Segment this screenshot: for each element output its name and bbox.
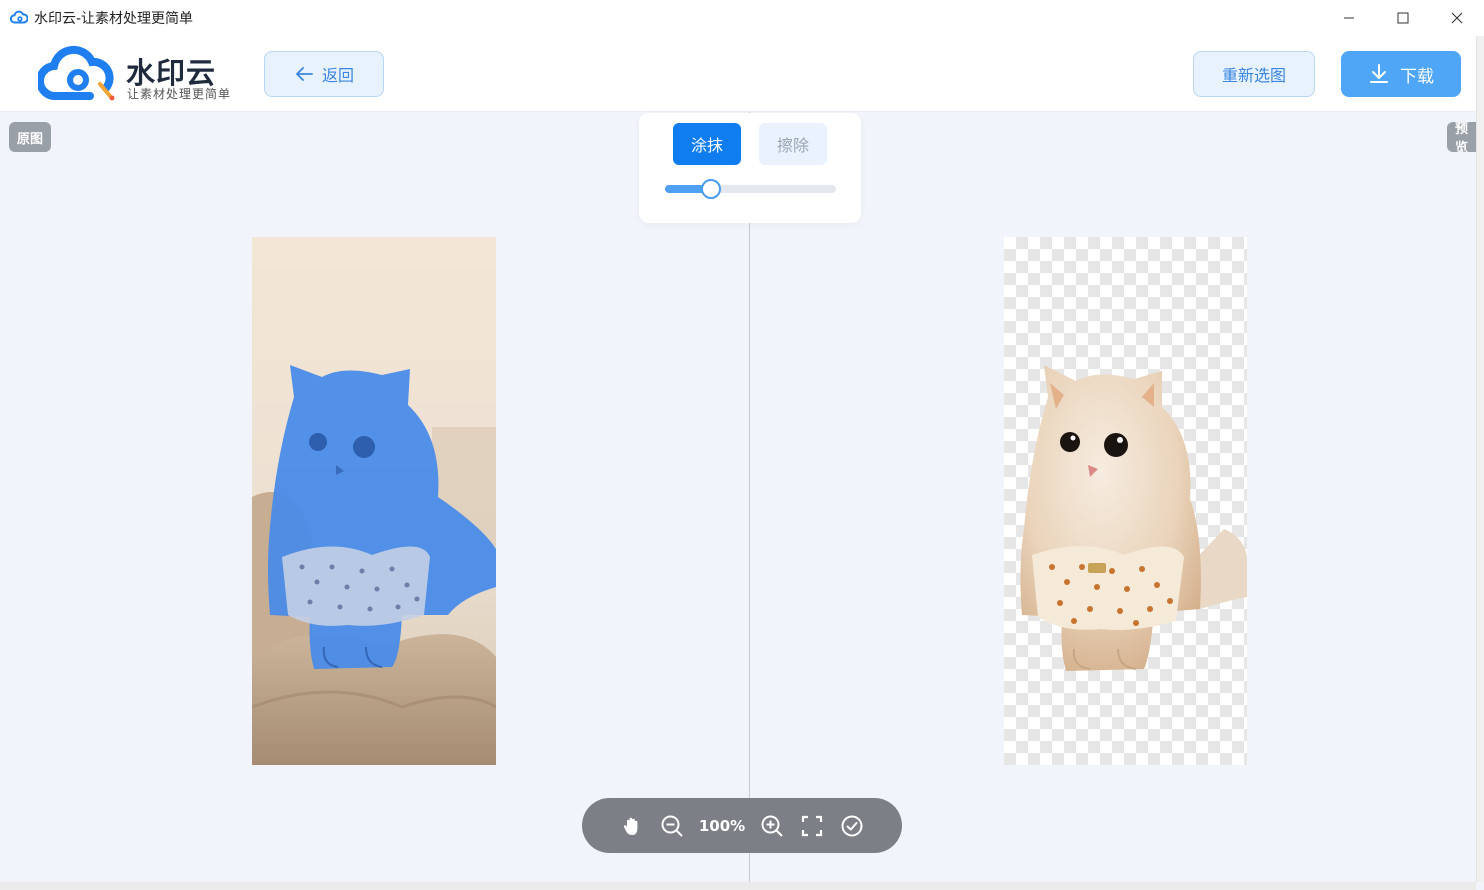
- zoom-out-icon[interactable]: [652, 806, 692, 846]
- original-image-art: [252, 237, 496, 765]
- app-logo-icon: [10, 10, 28, 24]
- download-button[interactable]: 下载: [1341, 51, 1461, 97]
- paint-mode-button[interactable]: 涂抹: [673, 123, 741, 165]
- zoom-level: 100%: [698, 816, 746, 835]
- erase-mode-button[interactable]: 擦除: [759, 123, 827, 165]
- bow-pattern: [282, 546, 430, 626]
- close-icon[interactable]: [1430, 0, 1484, 36]
- preview-image-art: [1020, 365, 1247, 671]
- vertical-scrollbar[interactable]: [1476, 36, 1484, 882]
- arrow-left-icon: [296, 67, 313, 81]
- back-button[interactable]: 返回: [264, 51, 384, 97]
- window-title: 水印云-让素材处理更简单: [34, 11, 194, 27]
- brush-size-thumb[interactable]: [701, 179, 721, 199]
- cloud-logo-icon: [38, 45, 115, 101]
- compare-divider: [749, 112, 750, 882]
- original-tag: 原图: [9, 122, 52, 152]
- brush-panel: 涂抹 擦除: [639, 113, 861, 223]
- brand-slogan: 让素材处理更简单: [127, 87, 232, 101]
- zoom-in-icon[interactable]: [752, 806, 792, 846]
- download-button-label: 下载: [1400, 66, 1434, 87]
- window-controls: [1322, 0, 1484, 36]
- title-bar: 水印云-让素材处理更简单: [0, 0, 1484, 36]
- original-image[interactable]: [252, 237, 496, 765]
- reselect-image-button[interactable]: 重新选图: [1193, 51, 1315, 97]
- horizontal-scrollbar[interactable]: [0, 882, 1476, 890]
- brush-size-slider[interactable]: [665, 179, 836, 199]
- app-header: 水印云 让素材处理更简单 返回 重新选图 下载: [0, 36, 1484, 112]
- hand-icon[interactable]: [612, 806, 652, 846]
- minimize-icon[interactable]: [1322, 0, 1376, 36]
- brand-logo[interactable]: 水印云 让素材处理更简单: [38, 44, 238, 104]
- maximize-icon[interactable]: [1376, 0, 1430, 36]
- preview-image[interactable]: [1004, 237, 1247, 765]
- view-toolbar: 100%: [582, 798, 902, 853]
- fit-screen-icon[interactable]: [792, 806, 832, 846]
- download-icon: [1370, 64, 1388, 83]
- confirm-icon[interactable]: [832, 806, 872, 846]
- back-button-label: 返回: [321, 66, 354, 85]
- reselect-button-label: 重新选图: [1221, 66, 1286, 85]
